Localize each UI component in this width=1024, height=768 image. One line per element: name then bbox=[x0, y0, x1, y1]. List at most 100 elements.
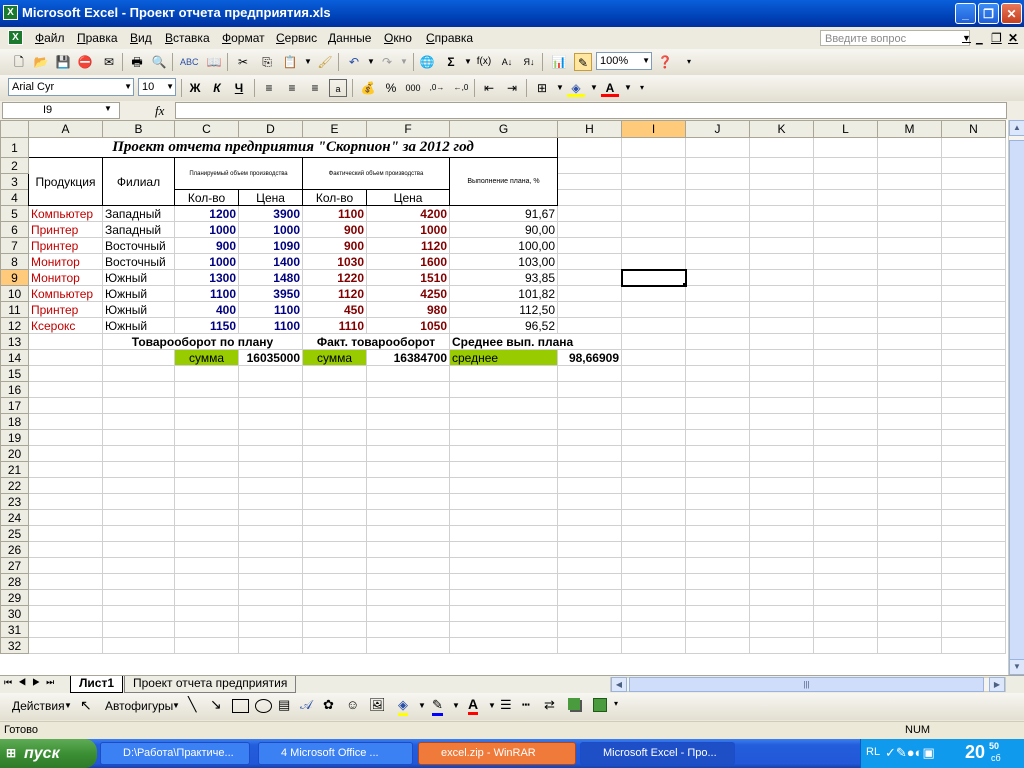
cell[interactable] bbox=[449, 525, 558, 542]
dash-style-icon[interactable]: ┅ bbox=[522, 697, 530, 713]
cell[interactable] bbox=[302, 477, 367, 494]
cell[interactable] bbox=[941, 493, 1006, 510]
cell-branch[interactable]: Южный bbox=[102, 269, 175, 286]
cell[interactable] bbox=[366, 477, 450, 494]
cell[interactable] bbox=[685, 509, 750, 526]
cell[interactable] bbox=[449, 445, 558, 462]
cut-icon[interactable]: ✂ bbox=[234, 53, 252, 71]
cell[interactable] bbox=[941, 397, 1006, 414]
cell[interactable] bbox=[749, 493, 814, 510]
paste-icon[interactable]: 📋 bbox=[281, 53, 299, 71]
cell[interactable] bbox=[941, 461, 1006, 478]
cell-actual-price[interactable]: 1000 bbox=[366, 221, 450, 238]
cell-actual-qty[interactable]: 900 bbox=[302, 237, 367, 254]
sum-fact-label[interactable]: сумма bbox=[302, 349, 367, 366]
task-office[interactable]: 4 Microsoft Office ... bbox=[258, 742, 413, 765]
cell[interactable] bbox=[941, 381, 1006, 398]
cell-planned-qty[interactable]: 1000 bbox=[174, 253, 239, 270]
cell[interactable] bbox=[174, 589, 239, 606]
cell[interactable] bbox=[449, 365, 558, 382]
cell[interactable] bbox=[621, 589, 686, 606]
row-header-selected[interactable]: 9 bbox=[0, 269, 29, 286]
cell[interactable] bbox=[174, 493, 239, 510]
cell-planned-qty[interactable]: 400 bbox=[174, 301, 239, 318]
cell[interactable] bbox=[366, 397, 450, 414]
cell-planned-qty[interactable]: 1150 bbox=[174, 317, 239, 334]
cell[interactable] bbox=[621, 637, 686, 654]
cell[interactable] bbox=[102, 509, 175, 526]
cell-percent[interactable]: 103,00 bbox=[449, 253, 558, 270]
cell[interactable] bbox=[557, 541, 622, 558]
cell[interactable] bbox=[174, 541, 239, 558]
cell[interactable] bbox=[102, 541, 175, 558]
active-cell[interactable] bbox=[620, 268, 687, 287]
cell[interactable] bbox=[302, 573, 367, 590]
redo-dropdown-icon[interactable]: ▼ bbox=[395, 53, 413, 71]
cell[interactable] bbox=[749, 365, 814, 382]
undo-icon[interactable]: ↶ bbox=[345, 53, 363, 71]
cell[interactable] bbox=[302, 429, 367, 446]
cell[interactable] bbox=[813, 461, 878, 478]
cell-planned-price[interactable]: 3900 bbox=[238, 205, 303, 222]
horizontal-scrollbar[interactable]: ◀ ||| ▶ bbox=[610, 677, 1006, 692]
cell-actual-qty[interactable]: 450 bbox=[302, 301, 367, 318]
cell[interactable] bbox=[877, 397, 942, 414]
cell[interactable] bbox=[174, 525, 239, 542]
menu-insert[interactable]: Вставка bbox=[165, 31, 210, 45]
menu-help[interactable]: Справка bbox=[426, 31, 473, 45]
cell[interactable] bbox=[557, 637, 622, 654]
cell[interactable] bbox=[557, 605, 622, 622]
cell-percent[interactable]: 112,50 bbox=[449, 301, 558, 318]
actions-menu[interactable]: Действия bbox=[12, 699, 65, 713]
select-pointer-icon[interactable]: ↖ bbox=[80, 697, 92, 714]
cell[interactable] bbox=[302, 541, 367, 558]
cell[interactable] bbox=[749, 621, 814, 638]
column-header-selected[interactable]: I bbox=[621, 120, 686, 138]
cell[interactable] bbox=[238, 493, 303, 510]
column-header[interactable]: M bbox=[877, 120, 942, 138]
row-header[interactable]: 1 bbox=[0, 137, 29, 158]
cell[interactable] bbox=[941, 445, 1006, 462]
cell[interactable] bbox=[238, 605, 303, 622]
cell[interactable] bbox=[877, 461, 942, 478]
increase-decimal-icon[interactable]: ,0→ bbox=[428, 79, 446, 97]
cell[interactable] bbox=[877, 477, 942, 494]
vertical-scrollbar[interactable]: ▲ ▼ bbox=[1008, 120, 1024, 675]
header-planned[interactable]: Планируемый объем производства bbox=[174, 157, 303, 190]
chevron-down-icon[interactable]: ▼ bbox=[488, 701, 496, 710]
print-icon[interactable]: 🖶 bbox=[128, 53, 146, 71]
cell[interactable] bbox=[557, 573, 622, 590]
cell[interactable] bbox=[621, 557, 686, 574]
cell[interactable] bbox=[621, 397, 686, 414]
cell[interactable] bbox=[102, 557, 175, 574]
cell-planned-price[interactable]: 1000 bbox=[238, 221, 303, 238]
cell[interactable] bbox=[28, 605, 103, 622]
cell[interactable] bbox=[941, 621, 1006, 638]
align-left-icon[interactable]: ≡ bbox=[260, 79, 278, 97]
tab-project-report[interactable]: Проект отчета предприятия bbox=[124, 676, 297, 693]
cell[interactable] bbox=[302, 525, 367, 542]
decrease-indent-icon[interactable]: ⇤ bbox=[480, 79, 498, 97]
close-button[interactable]: ✕ bbox=[1001, 3, 1022, 24]
cell[interactable] bbox=[174, 621, 239, 638]
cell[interactable] bbox=[366, 573, 450, 590]
cell[interactable] bbox=[877, 589, 942, 606]
cell[interactable] bbox=[28, 445, 103, 462]
percent-button[interactable]: % bbox=[382, 79, 400, 97]
function-icon[interactable]: f(x) bbox=[475, 53, 493, 71]
cell[interactable] bbox=[813, 381, 878, 398]
cell[interactable] bbox=[877, 621, 942, 638]
line-color-icon[interactable]: ✎ bbox=[432, 697, 443, 716]
cell[interactable] bbox=[813, 525, 878, 542]
cell[interactable] bbox=[941, 525, 1006, 542]
cell-actual-qty[interactable]: 1030 bbox=[302, 253, 367, 270]
cell-planned-qty[interactable]: 1200 bbox=[174, 205, 239, 222]
header-product[interactable]: Продукция bbox=[28, 157, 103, 206]
cell[interactable] bbox=[238, 525, 303, 542]
cell-planned-price[interactable]: 3950 bbox=[238, 285, 303, 302]
diagram-icon[interactable]: ✿ bbox=[323, 697, 334, 713]
start-button[interactable]: ⊞ пуск bbox=[0, 739, 97, 768]
cell[interactable] bbox=[685, 429, 750, 446]
cell[interactable] bbox=[302, 461, 367, 478]
minimize-button[interactable]: _ bbox=[955, 3, 976, 24]
